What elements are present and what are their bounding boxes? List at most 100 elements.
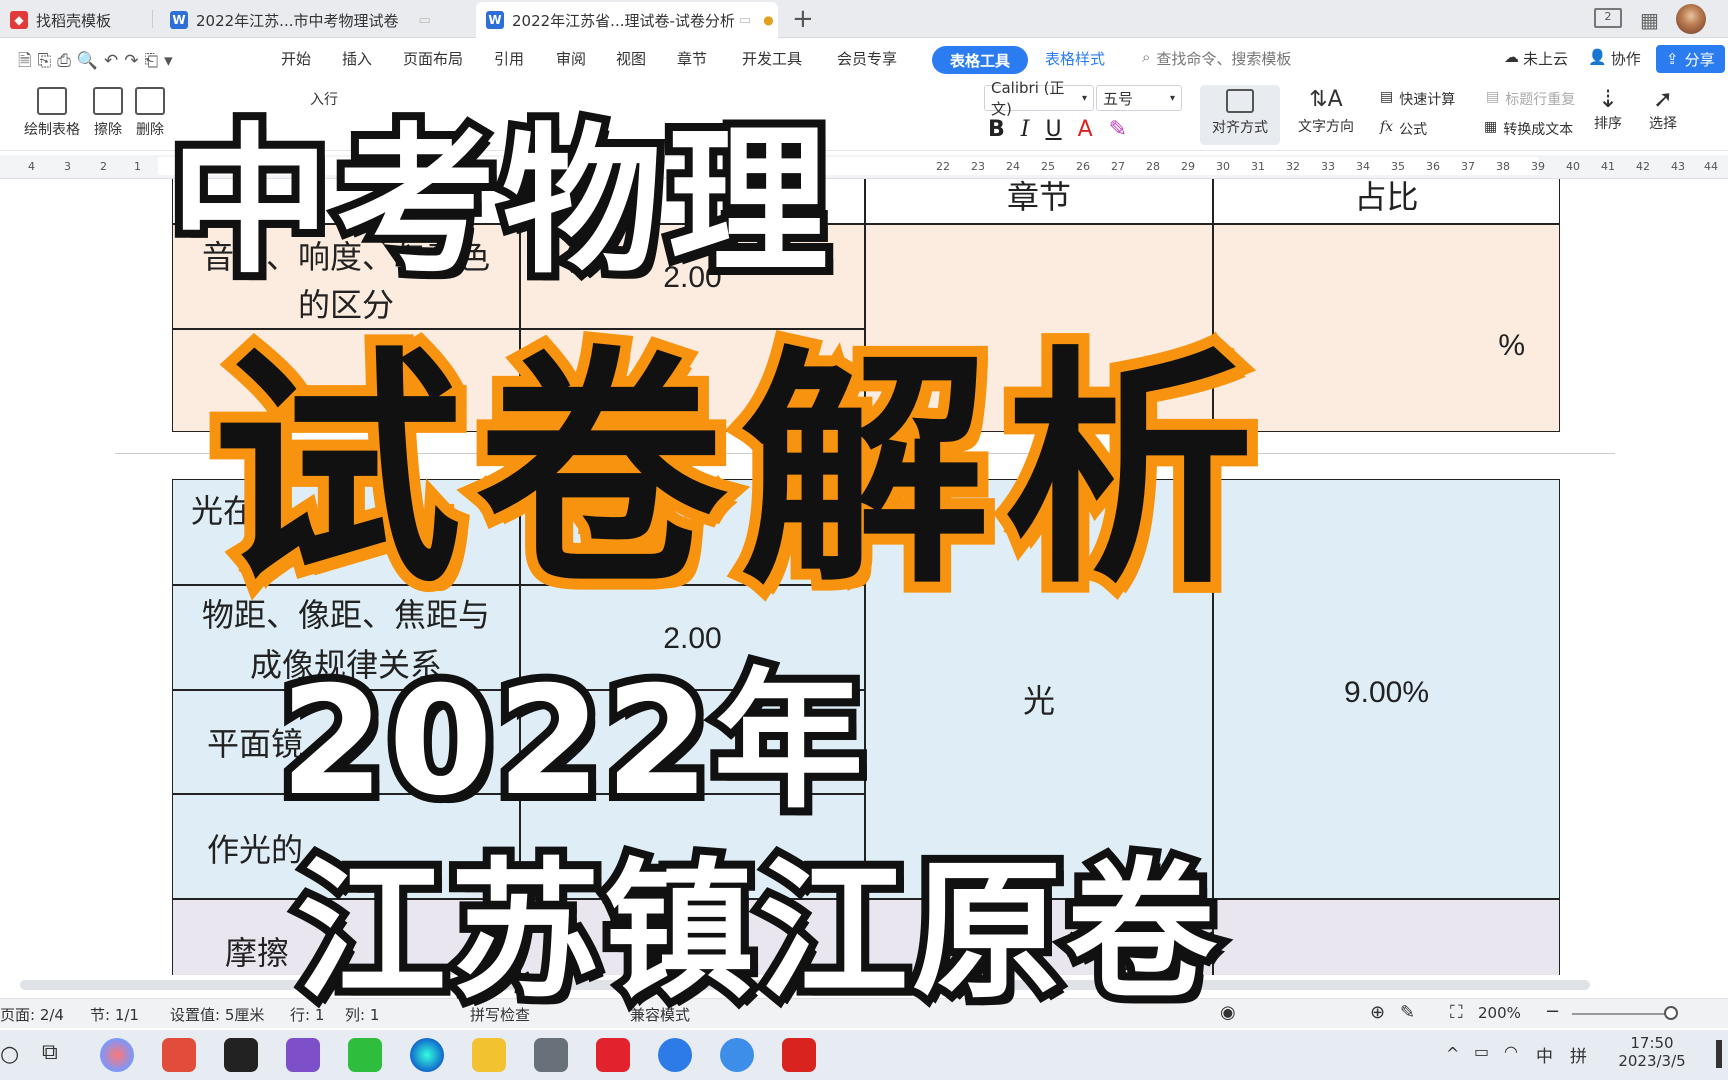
sort-button[interactable]: ⇣ 排序 bbox=[1590, 85, 1626, 133]
ruler-tick: 37 bbox=[1461, 160, 1475, 173]
ruler-tick: 28 bbox=[1146, 160, 1160, 173]
youdao-icon[interactable] bbox=[596, 1038, 630, 1072]
bold-icon[interactable]: B bbox=[988, 117, 1005, 142]
screen-recorder-icon[interactable] bbox=[224, 1038, 258, 1072]
menu-developer[interactable]: 开发工具 bbox=[742, 48, 802, 69]
menu-table-tools[interactable]: 表格工具 bbox=[932, 46, 1029, 74]
eye-protection-icon[interactable]: ◉ bbox=[1220, 1002, 1236, 1023]
ruler-tick: 25 bbox=[1041, 160, 1055, 173]
menu-home[interactable]: 开始 bbox=[281, 48, 311, 69]
menu-member[interactable]: 会员专享 bbox=[837, 48, 897, 69]
font-format-group: B I U A ✎ bbox=[988, 117, 1127, 142]
text-direction-label: 文字方向 bbox=[1298, 119, 1354, 135]
calculator-icon[interactable] bbox=[534, 1038, 568, 1072]
menu-reference[interactable]: 引用 bbox=[494, 48, 524, 69]
app-icon[interactable] bbox=[720, 1038, 754, 1072]
draw-table-icon bbox=[37, 87, 67, 115]
ruler-tick: 36 bbox=[1426, 160, 1440, 173]
collab-button[interactable]: 👤 协作 bbox=[1588, 48, 1641, 69]
app-icon[interactable] bbox=[162, 1038, 196, 1072]
command-search[interactable]: ⌕ 查找命令、搜索模板 bbox=[1142, 48, 1291, 69]
wps-office-icon[interactable] bbox=[782, 1038, 816, 1072]
share-button[interactable]: ⇪ 分享 bbox=[1656, 45, 1725, 73]
edge-browser-icon[interactable] bbox=[410, 1038, 444, 1072]
quick-calc-label: 快速计算 bbox=[1399, 92, 1456, 108]
convert-icon: ▦ bbox=[1484, 119, 1498, 135]
avatar[interactable] bbox=[1676, 4, 1706, 34]
erase-button[interactable]: 擦除 bbox=[90, 87, 126, 139]
ruler-tick: 27 bbox=[1111, 160, 1125, 173]
pen-icon[interactable]: ✎ bbox=[1400, 1002, 1415, 1023]
quick-calc-button[interactable]: ▤ 快速计算 bbox=[1380, 89, 1455, 109]
app-icon[interactable] bbox=[100, 1038, 134, 1072]
new-tab-plus-icon[interactable]: + bbox=[792, 4, 814, 34]
taskbar: ○ ⧉ ^ ▭ ◠ 中 拼 17:50 2023/3/5 bbox=[0, 1030, 1728, 1080]
underline-icon[interactable]: U bbox=[1045, 117, 1061, 142]
unsaved-dot-icon: ● bbox=[763, 13, 774, 27]
apps-grid-icon[interactable]: ▦ bbox=[1640, 8, 1659, 32]
select-button[interactable]: ➚ 选择 bbox=[1640, 85, 1686, 133]
font-name-select[interactable]: Calibri (正文) ▾ bbox=[984, 79, 1094, 118]
table-header-chapter: 章节 bbox=[865, 179, 1213, 224]
menu-review[interactable]: 审阅 bbox=[556, 48, 586, 69]
ruler-tick: 42 bbox=[1636, 160, 1650, 173]
share-icon: ⇪ bbox=[1666, 50, 1679, 68]
menu-page-layout[interactable]: 页面布局 bbox=[403, 48, 463, 69]
web-layout-icon[interactable]: ⊕ bbox=[1370, 1002, 1385, 1023]
tab-exam-analysis[interactable]: W 2022年江苏省...理试卷-试卷分析 ▭ ● bbox=[476, 2, 778, 38]
text-direction-icon: ⇅A bbox=[1309, 87, 1343, 112]
clock[interactable]: 17:50 2023/3/5 bbox=[1612, 1034, 1692, 1070]
monitor-icon: ▭ bbox=[738, 12, 752, 28]
zoom-out-icon[interactable]: − bbox=[1545, 1001, 1560, 1022]
show-desktop-button[interactable] bbox=[1716, 1040, 1722, 1068]
menu-table-style[interactable]: 表格样式 bbox=[1045, 48, 1105, 69]
align-icon bbox=[1226, 89, 1254, 113]
clock-time: 17:50 bbox=[1630, 1034, 1674, 1052]
header-repeat-label: 标题行重复 bbox=[1505, 92, 1576, 108]
zoom-level[interactable]: 200% bbox=[1478, 1004, 1521, 1022]
ime-mode-indicator[interactable]: 拼 bbox=[1570, 1042, 1587, 1067]
convert-text-button[interactable]: ▦ 转换成文本 bbox=[1484, 119, 1573, 139]
collab-label: 协作 bbox=[1610, 50, 1641, 68]
tab-label: 2022年江苏...市中考物理试卷 bbox=[196, 11, 399, 30]
delete-button[interactable]: 删除 bbox=[132, 87, 168, 139]
battery-icon[interactable]: ▭ bbox=[1474, 1042, 1489, 1061]
search-placeholder: 查找命令、搜索模板 bbox=[1156, 50, 1292, 68]
ime-language-indicator[interactable]: 中 bbox=[1536, 1042, 1553, 1067]
formula-button[interactable]: fx 公式 bbox=[1380, 119, 1427, 139]
italic-icon[interactable]: I bbox=[1021, 117, 1030, 142]
font-color-icon[interactable]: A bbox=[1078, 117, 1093, 142]
zoom-slider[interactable] bbox=[1572, 1006, 1678, 1020]
font-size-select[interactable]: 五号 ▾ bbox=[1096, 85, 1182, 111]
file-explorer-icon[interactable] bbox=[472, 1038, 506, 1072]
ruler-tick: 2 bbox=[100, 160, 107, 173]
tab-docer[interactable]: ◆ 找稻壳模板 bbox=[0, 2, 150, 38]
draw-table-button[interactable]: 绘制表格 bbox=[20, 87, 84, 139]
task-view-icon[interactable]: ⧉ bbox=[42, 1040, 58, 1065]
tray-expand-icon[interactable]: ^ bbox=[1446, 1044, 1459, 1063]
cursor-arrow-icon: ➚ bbox=[1652, 85, 1674, 113]
align-button[interactable]: 对齐方式 bbox=[1200, 85, 1280, 145]
menu-chapter[interactable]: 章节 bbox=[677, 48, 707, 69]
wechat-icon[interactable] bbox=[348, 1038, 382, 1072]
windows-start-icon[interactable]: ○ bbox=[0, 1042, 19, 1067]
app-icon[interactable] bbox=[658, 1038, 692, 1072]
tab-exam-paper[interactable]: W 2022年江苏...市中考物理试卷 ▭ bbox=[160, 2, 460, 38]
page-indicator[interactable]: 页面: 2/4 bbox=[0, 1004, 64, 1025]
highlight-icon[interactable]: ✎ bbox=[1109, 117, 1127, 142]
menu-view[interactable]: 视图 bbox=[616, 48, 646, 69]
tab-bar: ◆ 找稻壳模板 W 2022年江苏...市中考物理试卷 ▭ W 2022年江苏省… bbox=[0, 0, 1728, 38]
cloud-status[interactable]: ☁ 未上云 bbox=[1504, 48, 1568, 69]
zoom-slider-handle[interactable] bbox=[1664, 1006, 1678, 1020]
header-repeat-button[interactable]: ▤ 标题行重复 bbox=[1486, 89, 1575, 109]
section-indicator: 节: 1/1 bbox=[90, 1006, 139, 1024]
wifi-icon[interactable]: ◠ bbox=[1504, 1042, 1518, 1061]
quick-access-icons[interactable]: 🗎⎘⎙🔍↶↷⎗▾ bbox=[18, 48, 179, 77]
wps-writer-icon: W bbox=[170, 11, 188, 29]
window-mode-icon[interactable]: 2 bbox=[1594, 8, 1622, 28]
menu-insert[interactable]: 插入 bbox=[342, 48, 372, 69]
text-direction-button[interactable]: ⇅A 文字方向 bbox=[1288, 87, 1364, 136]
visual-studio-icon[interactable] bbox=[286, 1038, 320, 1072]
ruler-tick: 22 bbox=[936, 160, 950, 173]
fit-page-icon[interactable]: ⛶ bbox=[1450, 1002, 1463, 1023]
